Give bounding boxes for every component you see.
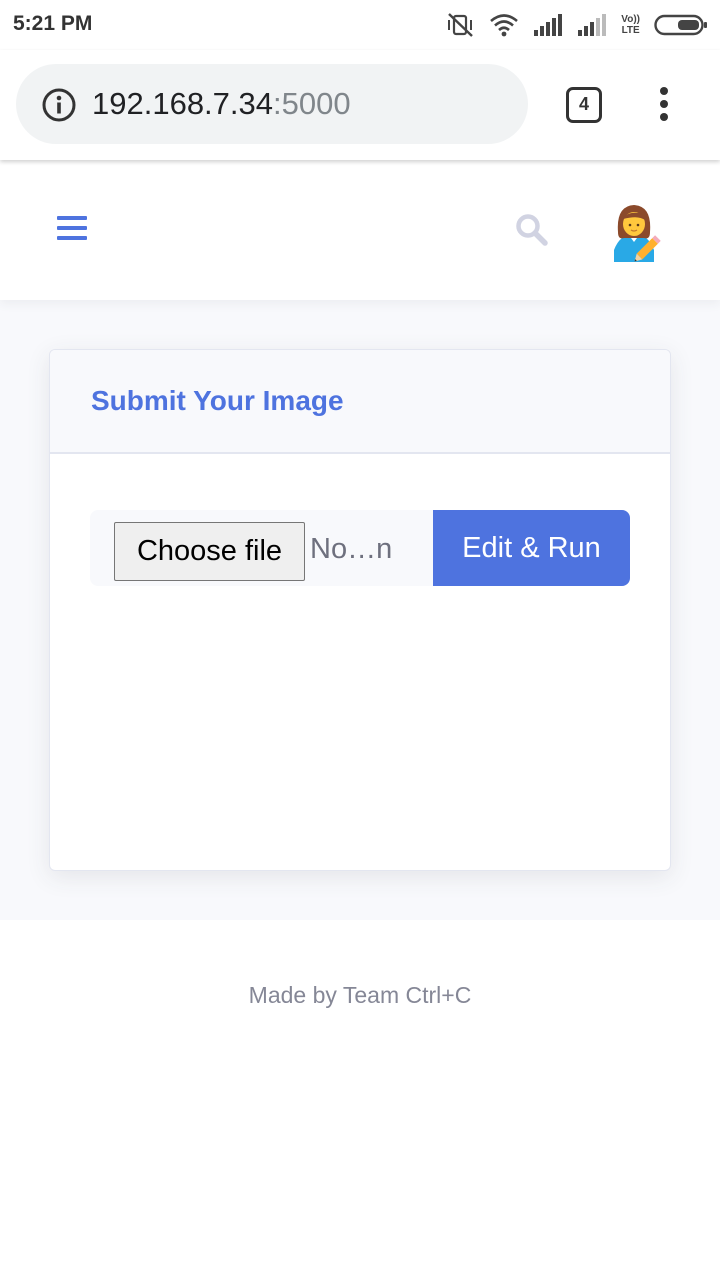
file-name-text: No…n: [310, 533, 393, 565]
vibrate-off-icon: [445, 12, 475, 38]
address-bar[interactable]: 192.168.7.34:5000: [16, 64, 528, 144]
card-header: Submit Your Image: [50, 350, 670, 454]
wifi-icon: [489, 13, 519, 37]
upload-form: Choose file No…n Edit & Run: [90, 510, 630, 586]
avatar-icon[interactable]: [608, 202, 666, 267]
battery-icon: [654, 14, 708, 36]
upload-card: Submit Your Image Choose file No…n Edit …: [49, 349, 671, 871]
info-icon[interactable]: [42, 88, 76, 127]
volte-top-label: Vo)): [621, 14, 640, 25]
volte-icon: Vo)) LTE: [621, 14, 640, 36]
status-icons: Vo)) LTE: [445, 10, 708, 40]
search-icon[interactable]: [515, 213, 549, 252]
card-title: Submit Your Image: [91, 385, 344, 416]
choose-file-button[interactable]: Choose file: [114, 522, 305, 581]
site-navbar: [0, 160, 720, 300]
edit-run-button[interactable]: Edit & Run: [433, 510, 630, 586]
hamburger-menu-icon[interactable]: [57, 215, 87, 246]
url-text[interactable]: 192.168.7.34:5000: [92, 86, 351, 122]
url-port: :5000: [273, 86, 351, 121]
volte-bottom-label: LTE: [621, 25, 640, 36]
main-content: Submit Your Image Choose file No…n Edit …: [0, 300, 720, 920]
status-time: 5:21 PM: [13, 12, 93, 35]
footer-text: Made by Team Ctrl+C: [248, 982, 472, 1008]
more-vert-icon[interactable]: [654, 86, 674, 127]
signal-icon: [577, 14, 607, 36]
status-bar: 5:21 PM Vo)) LTE: [0, 0, 720, 50]
browser-toolbar: 192.168.7.34:5000 4: [0, 50, 720, 160]
tab-switcher-button[interactable]: 4: [566, 87, 602, 123]
footer: Made by Team Ctrl+C: [0, 920, 720, 1280]
signal-icon: [533, 14, 563, 36]
file-input[interactable]: Choose file No…n: [90, 510, 433, 586]
url-host: 192.168.7.34: [92, 86, 274, 121]
